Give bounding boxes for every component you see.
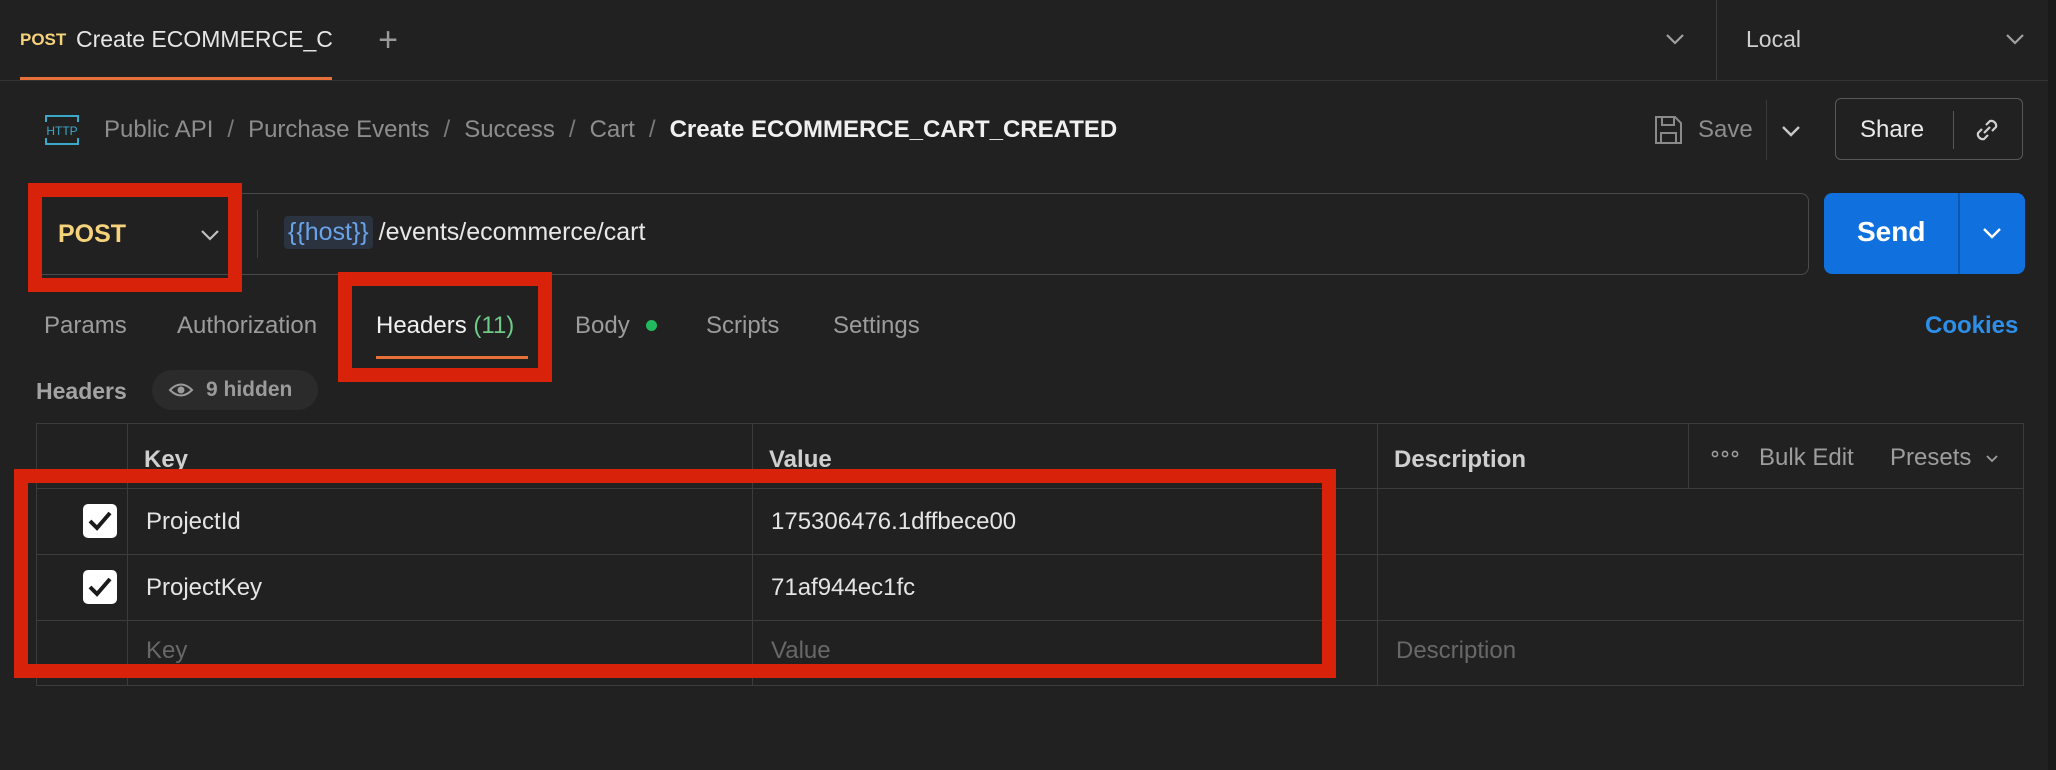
presets-dropdown[interactable]: Presets	[1890, 444, 1971, 472]
divider	[1958, 193, 1960, 274]
tab-method: POST	[20, 30, 67, 49]
new-description-input[interactable]: Description	[1396, 637, 1516, 665]
svg-text:HTTP: HTTP	[46, 124, 77, 138]
breadcrumb-separator: /	[443, 116, 451, 143]
chevron-down-icon[interactable]	[1660, 24, 1690, 54]
new-value-input[interactable]: Value	[771, 637, 831, 665]
headers-count: (11)	[473, 312, 515, 339]
body-status-dot	[646, 320, 657, 331]
breadcrumb-item[interactable]: Purchase Events	[248, 116, 429, 143]
headers-section-title: Headers	[36, 378, 127, 404]
row-divider	[37, 620, 2023, 621]
active-tab-indicator	[376, 356, 528, 359]
request-tab[interactable]: POST Create ECOMMERCE_C	[20, 0, 333, 80]
bulk-edit-button[interactable]: Bulk Edit	[1759, 444, 1854, 472]
tab-authorization[interactable]: Authorization	[177, 312, 317, 340]
divider	[1953, 111, 1954, 149]
chevron-down-icon[interactable]	[1776, 116, 1806, 146]
row-divider	[37, 554, 2023, 555]
breadcrumb-item[interactable]: Public API	[104, 116, 213, 143]
share-button[interactable]: Share	[1860, 116, 1924, 144]
url-variable: {{host}}	[284, 216, 373, 249]
more-options-icon[interactable]	[1710, 448, 1740, 460]
headers-table: Key Value Description Bulk Edit Presets …	[36, 423, 2024, 686]
divider	[1716, 0, 1717, 80]
tab-headers[interactable]: Headers (11)	[376, 312, 514, 340]
tab-name: Create ECOMMERCE_C	[76, 26, 333, 52]
request-title[interactable]: Create ECOMMERCE_CART_CREATED	[670, 116, 1118, 143]
breadcrumb-item[interactable]: Success	[464, 116, 555, 143]
save-button[interactable]: Save	[1698, 116, 1753, 144]
breadcrumb-separator: /	[568, 116, 576, 143]
new-tab-icon[interactable]: +	[370, 20, 406, 60]
divider	[257, 210, 258, 258]
row-checkbox[interactable]	[83, 570, 117, 604]
share-group: Share	[1835, 98, 2023, 160]
new-key-input[interactable]: Key	[146, 637, 187, 665]
chevron-down-icon[interactable]	[1984, 451, 2000, 467]
hidden-headers-toggle[interactable]: 9 hidden	[152, 370, 318, 410]
breadcrumb-separator: /	[648, 116, 656, 143]
save-icon[interactable]	[1652, 113, 1684, 147]
row-divider	[37, 488, 2023, 489]
column-header-key: Key	[144, 446, 189, 473]
column-header-value: Value	[769, 446, 832, 473]
col-divider	[1377, 424, 1378, 685]
col-divider	[127, 424, 128, 685]
method-label[interactable]: POST	[58, 220, 126, 249]
breadcrumb-item[interactable]: Cart	[590, 116, 635, 143]
url-path: /events/ecommerce/cart	[378, 218, 646, 246]
breadcrumb: Public API / Purchase Events / Success / Cart /…	[104, 116, 1117, 144]
chevron-down-icon[interactable]	[1978, 219, 2006, 247]
tab-scripts[interactable]: Scripts	[706, 312, 779, 340]
header-value[interactable]: 71af944ec1fc	[771, 574, 915, 602]
url-input[interactable]: {{host}}/events/ecommerce/cart	[284, 216, 645, 249]
checkmark-icon	[88, 577, 112, 597]
divider	[1766, 100, 1767, 160]
cookies-link[interactable]: Cookies	[1925, 312, 2018, 340]
environment-selector[interactable]: Local	[1746, 26, 1801, 53]
http-icon: HTTP	[45, 115, 79, 145]
scrollbar-track	[2048, 0, 2056, 770]
header-value[interactable]: 175306476.1dffbece00	[771, 508, 1016, 536]
tab-headers-label: Headers	[376, 312, 467, 339]
breadcrumb-separator: /	[227, 116, 235, 143]
tab-params[interactable]: Params	[44, 312, 127, 340]
tab-body[interactable]: Body	[575, 312, 630, 340]
header-key[interactable]: ProjectId	[146, 508, 241, 536]
tab-settings[interactable]: Settings	[833, 312, 920, 340]
header-key[interactable]: ProjectKey	[146, 574, 262, 602]
column-header-description: Description	[1394, 446, 1527, 473]
checkmark-icon	[88, 511, 112, 531]
hidden-count: 9 hidden	[206, 378, 293, 401]
eye-icon	[168, 383, 194, 397]
chevron-down-icon[interactable]	[2000, 24, 2030, 54]
col-divider	[752, 424, 753, 685]
row-checkbox[interactable]	[83, 504, 117, 538]
chevron-down-icon[interactable]	[196, 221, 224, 249]
link-icon[interactable]	[1970, 113, 2004, 147]
send-group: Send	[1824, 193, 2025, 274]
send-button[interactable]: Send	[1857, 216, 1925, 248]
col-divider	[1688, 424, 1689, 488]
